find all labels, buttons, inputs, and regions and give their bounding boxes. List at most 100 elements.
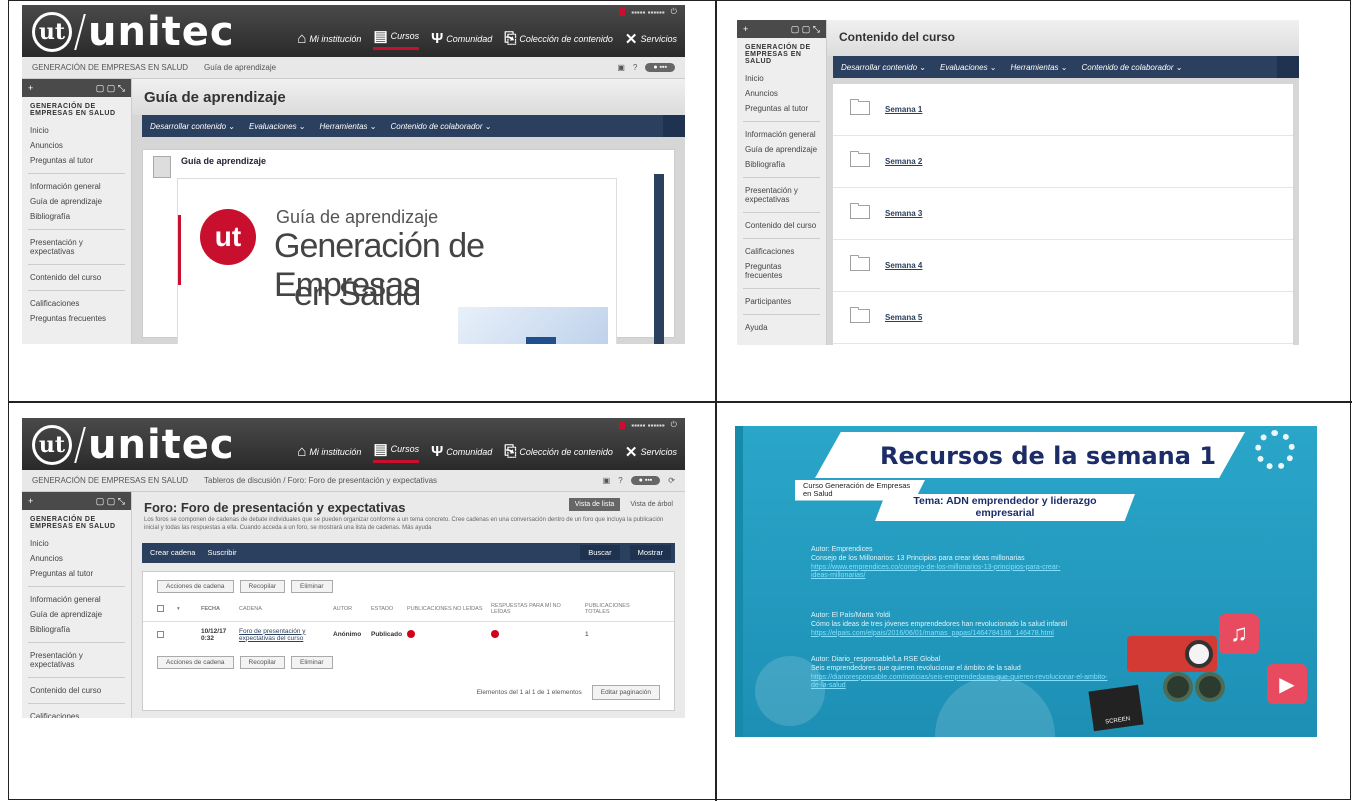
menu-presentacion[interactable]: Presentación y expectativas <box>737 183 826 207</box>
menu-view-icons[interactable]: ▢ ▢ ⤡ <box>96 83 125 94</box>
breadcrumb-course[interactable]: GENERACIÓN DE EMPRESAS EN SALUD <box>32 63 188 72</box>
reorder-icon[interactable] <box>1277 56 1299 78</box>
thread-actions-button[interactable]: Acciones de cadena <box>157 655 234 669</box>
week-link[interactable]: Semana 2 <box>885 157 922 166</box>
edit-mode-toggle[interactable]: ● ▪▪▪ <box>630 476 661 485</box>
menu-preguntas[interactable]: Preguntas al tutor <box>22 153 131 168</box>
user-menu[interactable]: ▪▪▪▪▪ ▪▪▪▪▪▪ ⏻ <box>619 420 677 430</box>
menu-inicio[interactable]: Inicio <box>22 536 131 551</box>
help-icon[interactable]: ? <box>633 63 637 72</box>
menu-anuncios[interactable]: Anuncios <box>22 138 131 153</box>
unread-badge-icon[interactable] <box>407 629 487 640</box>
subscribe-button[interactable]: Suscribir <box>207 548 236 557</box>
menu-inicio[interactable]: Inicio <box>22 123 131 138</box>
menu-calificaciones[interactable]: Calificaciones <box>22 709 131 718</box>
guia-item-link[interactable]: Guía de aprendizaje <box>181 156 266 178</box>
unitec-logo[interactable]: ut unitec <box>32 9 235 55</box>
menu-anuncios[interactable]: Anuncios <box>22 551 131 566</box>
add-menu-icon[interactable]: + <box>743 24 748 34</box>
power-icon[interactable]: ⏻ <box>671 420 677 430</box>
show-button[interactable]: Mostrar <box>629 545 671 561</box>
menu-contenido[interactable]: Contenido del curso <box>737 218 826 233</box>
menu-evaluaciones[interactable]: Evaluaciones ⌄ <box>940 63 997 72</box>
unitec-logo[interactable]: ut unitec <box>32 422 235 468</box>
nav-mi-institucion[interactable]: ⌂ Mi institución <box>297 443 361 460</box>
search-button[interactable]: Buscar <box>580 545 620 561</box>
help-icon[interactable]: ? <box>618 476 622 485</box>
list-item[interactable]: 🗀 Semana 2 <box>833 136 1293 188</box>
menu-evaluaciones[interactable]: Evaluaciones ⌄ <box>249 122 306 131</box>
nav-cursos[interactable]: ▤ Cursos <box>373 440 420 463</box>
menu-desarrollar[interactable]: Desarrollar contenido ⌄ <box>150 122 235 131</box>
nav-cursos[interactable]: ▤ Cursos <box>373 27 420 50</box>
menu-faq[interactable]: Preguntas frecuentes <box>22 311 131 326</box>
menu-colaborador[interactable]: Contenido de colaborador ⌄ <box>390 122 491 131</box>
list-item[interactable]: 🗀 Semana 3 <box>833 188 1293 240</box>
nav-servicios[interactable]: ✕ Servicios <box>625 443 677 461</box>
week-link[interactable]: Semana 3 <box>885 209 922 218</box>
menu-calificaciones[interactable]: Calificaciones <box>737 244 826 259</box>
edit-mode-icon[interactable]: ▣ <box>603 476 611 485</box>
delete-button[interactable]: Eliminar <box>291 655 333 669</box>
edit-mode-icon[interactable]: ▣ <box>617 63 625 72</box>
course-title[interactable]: GENERACIÓN DE EMPRESAS EN SALUD <box>22 97 131 123</box>
menu-faq[interactable]: Preguntas frecuentes <box>737 259 826 283</box>
menu-presentacion[interactable]: Presentación y expectativas <box>22 648 131 672</box>
breadcrumb-course[interactable]: GENERACIÓN DE EMPRESAS EN SALUD <box>32 476 188 485</box>
sort-icon[interactable]: ▾ <box>177 606 197 612</box>
reference-link-2[interactable]: https://elpais.com/elpais/2016/06/01/mam… <box>811 630 1131 639</box>
reference-link-3[interactable]: https://diarioresponsable.com/noticias/s… <box>811 674 1111 692</box>
nav-comunidad[interactable]: Ψ Comunidad <box>431 443 492 460</box>
list-item[interactable]: 🗀 Semana 5 <box>833 292 1293 344</box>
table-row[interactable]: 10/12/17 0:32 Foro de presentación y exp… <box>143 622 674 648</box>
menu-preguntas[interactable]: Preguntas al tutor <box>22 566 131 581</box>
course-title[interactable]: GENERACIÓN DE EMPRESAS EN SALUD <box>737 38 826 71</box>
menu-guia[interactable]: Guía de aprendizaje <box>22 194 131 209</box>
week-link[interactable]: Semana 1 <box>885 105 922 114</box>
refresh-icon[interactable]: ⟳ <box>668 476 675 485</box>
reorder-icon[interactable] <box>663 115 685 137</box>
week-link[interactable]: Semana 4 <box>885 261 922 270</box>
unread-replies-badge-icon[interactable] <box>491 629 581 640</box>
menu-ayuda[interactable]: Ayuda <box>737 320 826 335</box>
menu-contenido[interactable]: Contenido del curso <box>22 270 131 285</box>
menu-participantes[interactable]: Participantes <box>737 294 826 309</box>
menu-bibliografia[interactable]: Bibliografía <box>737 157 826 172</box>
nav-coleccion[interactable]: ⎘ Colección de contenido <box>504 30 613 47</box>
menu-bibliografia[interactable]: Bibliografía <box>22 209 131 224</box>
power-icon[interactable]: ⏻ <box>671 7 677 17</box>
select-all-checkbox[interactable] <box>157 605 164 613</box>
delete-button[interactable]: Eliminar <box>291 579 333 593</box>
nav-comunidad[interactable]: Ψ Comunidad <box>431 30 492 47</box>
thread-link[interactable]: Foro de presentación y expectativas del … <box>239 628 329 642</box>
list-view-button[interactable]: Vista de lista <box>568 498 621 511</box>
menu-guia[interactable]: Guía de aprendizaje <box>737 142 826 157</box>
menu-preguntas[interactable]: Preguntas al tutor <box>737 101 826 116</box>
menu-info[interactable]: Información general <box>737 127 826 142</box>
tree-view-link[interactable]: Vista de árbol <box>626 498 677 511</box>
menu-view-icons[interactable]: ▢ ▢ ⤡ <box>96 496 125 507</box>
menu-view-icons[interactable]: ▢ ▢ ⤡ <box>791 24 820 35</box>
edit-mode-toggle[interactable]: ● ▪▪▪ <box>645 63 675 72</box>
menu-inicio[interactable]: Inicio <box>737 71 826 86</box>
menu-contenido[interactable]: Contenido del curso <box>22 683 131 698</box>
add-menu-icon[interactable]: + <box>28 83 33 93</box>
document-scrollbar[interactable] <box>654 174 664 344</box>
user-menu[interactable]: ▪▪▪▪▪ ▪▪▪▪▪▪ ⏻ <box>619 7 677 17</box>
collect-button[interactable]: Recopilar <box>239 579 286 593</box>
add-menu-icon[interactable]: + <box>28 496 33 506</box>
list-item[interactable]: 🗀 Semana 1 <box>833 84 1293 136</box>
menu-bibliografia[interactable]: Bibliografía <box>22 622 131 637</box>
menu-colaborador[interactable]: Contenido de colaborador ⌄ <box>1081 63 1182 72</box>
menu-presentacion[interactable]: Presentación y expectativas <box>22 235 131 259</box>
menu-herramientas[interactable]: Herramientas ⌄ <box>320 122 377 131</box>
menu-info[interactable]: Información general <box>22 179 131 194</box>
menu-anuncios[interactable]: Anuncios <box>737 86 826 101</box>
nav-coleccion[interactable]: ⎘ Colección de contenido <box>504 443 613 460</box>
menu-info[interactable]: Información general <box>22 592 131 607</box>
list-item[interactable]: 🗀 Semana 4 <box>833 240 1293 292</box>
create-thread-button[interactable]: Crear cadena <box>150 548 195 557</box>
edit-pagination-button[interactable]: Editar paginación <box>591 684 660 700</box>
reference-link-1[interactable]: https://www.emprendices.co/consejo-de-lo… <box>811 564 1071 582</box>
collect-button[interactable]: Recopilar <box>239 655 286 669</box>
